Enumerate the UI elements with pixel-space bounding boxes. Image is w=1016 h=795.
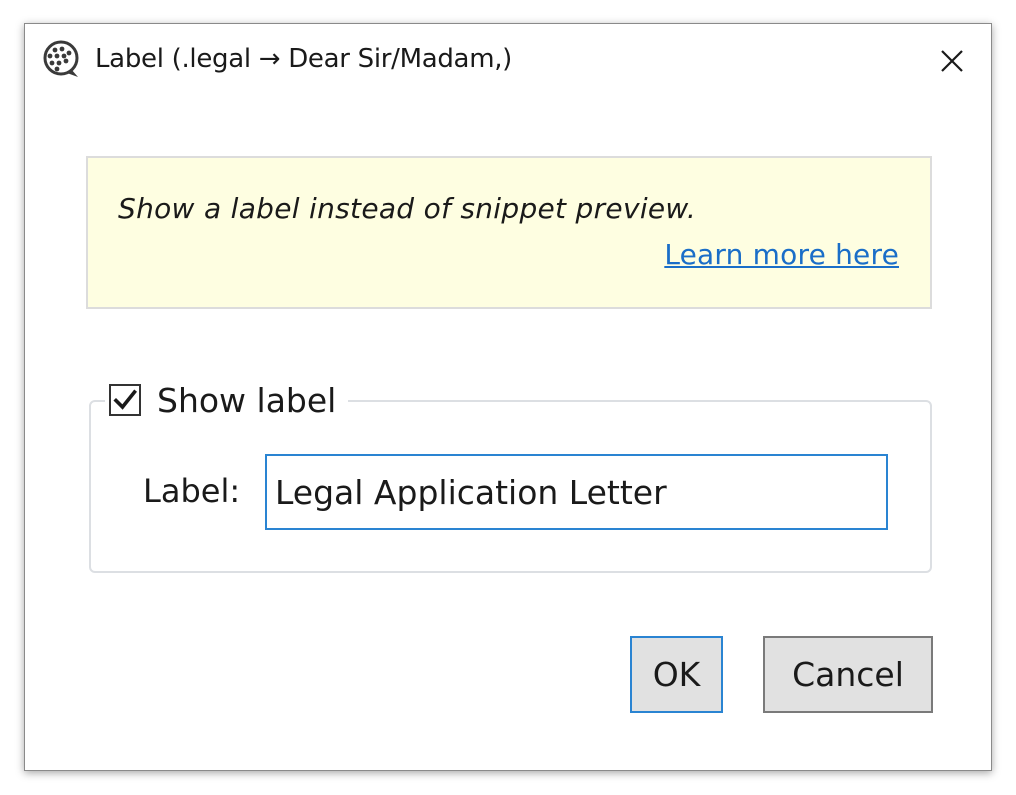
speech-bubble-dots-icon xyxy=(41,40,81,80)
learn-more-link[interactable]: Learn more here xyxy=(664,238,899,271)
window-title: Label (.legal → Dear Sir/Madam,) xyxy=(95,44,513,74)
show-label-checkbox-label[interactable]: Show label xyxy=(157,381,336,420)
title-bar: Label (.legal → Dear Sir/Madam,) xyxy=(25,24,991,98)
label-input[interactable] xyxy=(265,454,888,530)
checkmark-icon xyxy=(113,389,137,410)
info-banner: Show a label instead of snippet preview.… xyxy=(86,156,932,309)
close-button[interactable] xyxy=(935,44,969,78)
label-dialog: Label (.legal → Dear Sir/Madam,) Show a … xyxy=(24,23,992,771)
ok-button[interactable]: OK xyxy=(630,636,723,713)
close-icon xyxy=(941,50,963,72)
show-label-legend: Show label xyxy=(105,376,349,424)
info-text: Show a label instead of snippet preview. xyxy=(118,192,697,225)
show-label-checkbox[interactable] xyxy=(109,384,141,416)
cancel-button[interactable]: Cancel xyxy=(763,636,933,713)
label-field-label: Label: xyxy=(143,472,241,510)
